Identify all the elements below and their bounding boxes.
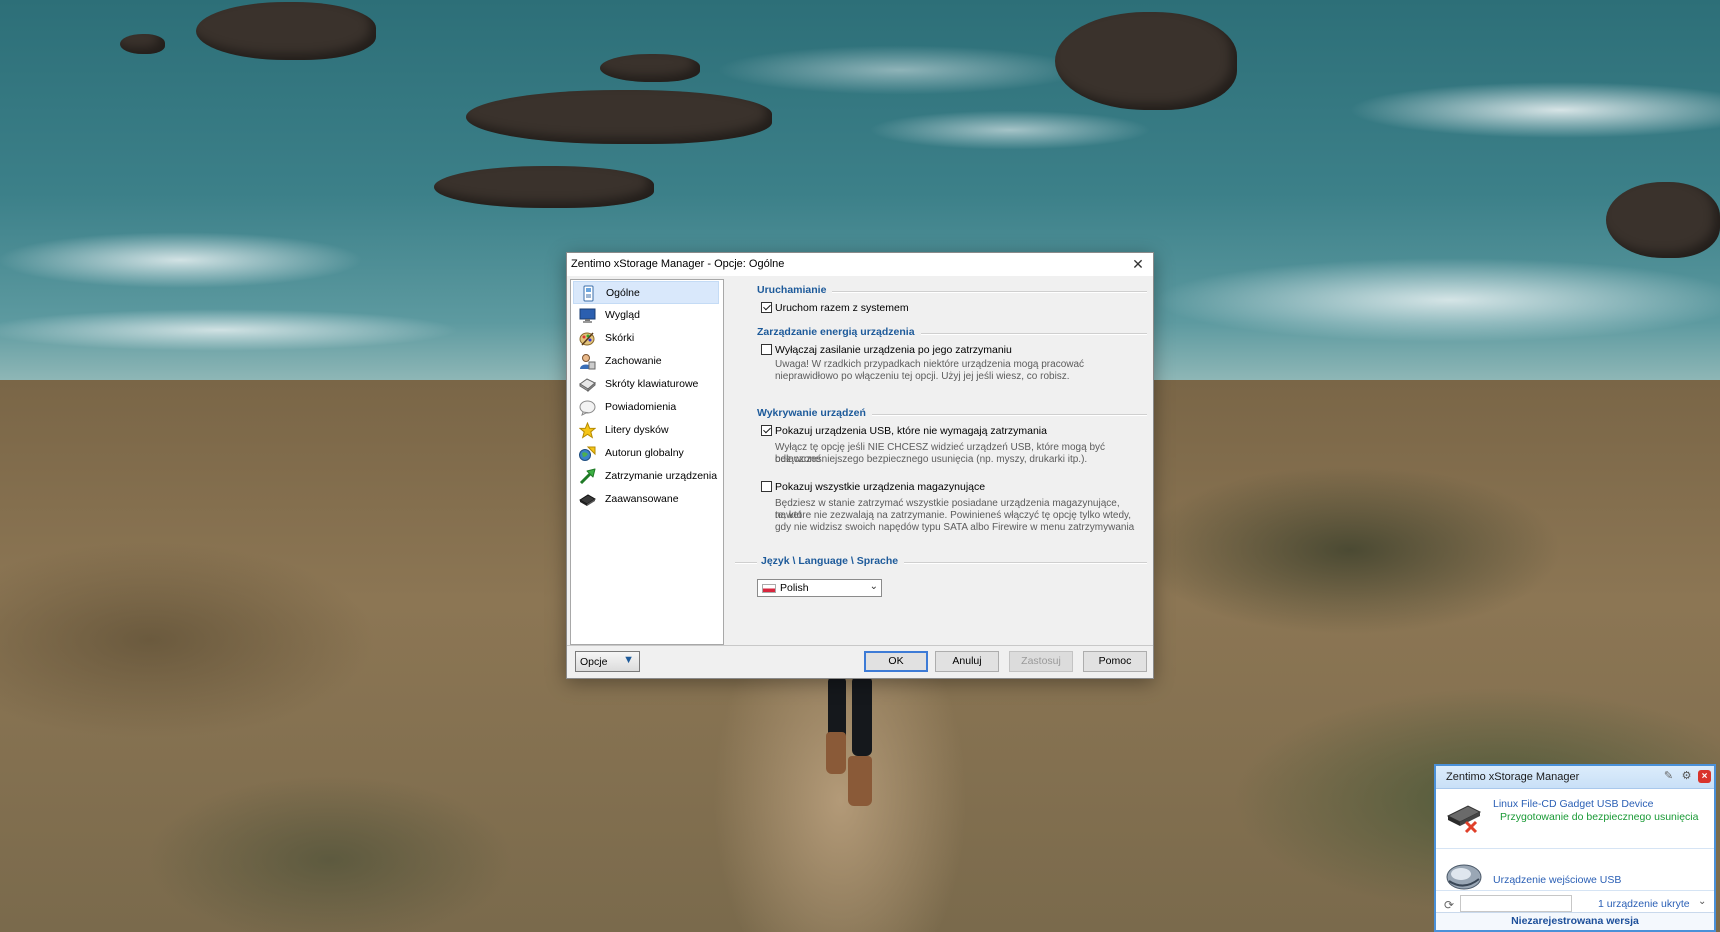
refresh-icon[interactable]: ⟳ [1444,899,1456,911]
wallpaper-person [848,756,872,806]
ok-button[interactable]: OK [864,651,928,672]
nav-item-shortcuts[interactable]: Skróty klawiaturowe [573,373,719,396]
nav-item-advanced[interactable]: Zaawansowane [573,488,719,511]
wallpaper-rock [1606,182,1720,258]
options-button-label: Opcje [580,656,608,668]
wallpaper-rock [434,166,654,208]
start-with-system-checkbox[interactable] [761,302,772,313]
nav-item-skins[interactable]: Skórki [573,327,719,350]
footer-divider [567,645,1153,646]
power-off-checkbox[interactable] [761,344,772,355]
wallpaper-rock [120,34,165,54]
cancel-button[interactable]: Anuluj [935,651,999,672]
advanced-chip-icon [579,494,596,506]
keyboard-shortcuts-icon [579,378,596,393]
options-nav-list: Ogólne Wygląd Skórki Zachowanie Skróty k… [570,279,724,645]
dialog-titlebar[interactable]: Zentimo xStorage Manager - Opcje: Ogólne… [567,253,1153,276]
chevron-down-icon: ⌄ [869,581,878,592]
nav-label: Zachowanie [605,355,662,367]
power-off-label[interactable]: Wyłączaj zasilanie urządzenia po jego za… [775,344,1012,356]
group-title-power: Zarządzanie energią urządzenia [757,326,921,338]
start-with-system-label[interactable]: Uruchom razem z systemem [775,302,909,314]
all-storage-note-line: te, które nie zezwalają na zatrzymanie. … [775,510,1132,521]
dropdown-arrow-icon: ▼ [623,654,634,666]
nav-item-global-autorun[interactable]: Autorun globalny [573,442,719,465]
wallpaper-rock [1055,12,1237,110]
group-title-detection: Wykrywanie urządzeń [757,407,872,419]
skins-brush-icon [579,332,595,346]
show-usb-checkbox[interactable] [761,425,772,436]
language-select[interactable]: Polish ⌄ [757,579,882,597]
nav-label: Autorun globalny [605,447,684,459]
device-name: Linux File-CD Gadget USB Device [1493,798,1654,810]
nav-label: Zatrzymanie urządzenia [605,470,718,482]
pin-icon[interactable]: ✎ [1662,770,1675,783]
panel-header: Zentimo xStorage Manager ✎ ⚙ × [1436,766,1714,789]
group-title-startup: Uruchamianie [757,284,833,296]
device-stop-arrow-icon [579,468,596,485]
usb-mouse-icon [1446,864,1482,890]
usb-drive-removing-icon [1446,805,1482,834]
wallpaper-rock [600,54,700,82]
xstorage-tray-panel: Zentimo xStorage Manager ✎ ⚙ × Linux Fil… [1434,764,1716,932]
hidden-devices-link[interactable]: 1 urządzenie ukryte [1598,898,1690,910]
nav-label: Litery dysków [605,424,669,436]
options-dropdown-button[interactable]: Opcje ▼ [575,651,640,672]
unregistered-version-link[interactable]: Niezarejestrowana wersja [1436,912,1714,930]
options-dialog: Zentimo xStorage Manager - Opcje: Ogólne… [566,252,1154,679]
close-icon[interactable]: ✕ [1123,253,1153,276]
help-button[interactable]: Pomoc [1083,651,1147,672]
gear-icon[interactable]: ⚙ [1680,770,1693,783]
close-icon[interactable]: × [1698,770,1711,783]
poland-flag-icon [762,584,776,593]
wallpaper-rock [466,90,772,144]
panel-title: Zentimo xStorage Manager [1446,771,1580,783]
nav-item-general[interactable]: Ogólne [573,281,719,304]
nav-item-device-stop[interactable]: Zatrzymanie urządzenia [573,465,719,488]
drive-letters-star-icon [579,422,596,439]
appearance-monitor-icon [579,308,596,323]
wallpaper-person [826,732,846,774]
expand-chevrons-icon[interactable]: ⌄ [1698,896,1706,907]
behavior-user-icon [580,354,596,370]
nav-item-behavior[interactable]: Zachowanie [573,350,719,373]
nav-label: Skróty klawiaturowe [605,378,699,390]
show-all-storage-label[interactable]: Pokazuj wszystkie urządzenia magazynując… [775,481,985,493]
panel-search-input[interactable] [1460,895,1572,912]
nav-item-drive-letters[interactable]: Litery dysków [573,419,719,442]
nav-label: Powiadomienia [605,401,677,413]
nav-label: Wygląd [605,309,640,321]
nav-label: Skórki [605,332,635,344]
nav-item-appearance[interactable]: Wygląd [573,304,719,327]
device-row[interactable]: Linux File-CD Gadget USB Device Przygoto… [1436,788,1714,848]
show-all-storage-checkbox[interactable] [761,481,772,492]
show-usb-label[interactable]: Pokazuj urządzenia USB, które nie wymaga… [775,425,1047,437]
global-autorun-icon [579,446,596,461]
group-title-language: Język \ Language \ Sprache [757,555,905,567]
device-status: Przygotowanie do bezpiecznego usunięcia [1500,811,1699,823]
power-note-line: nieprawidłowo po włączeniu tej opcji. Uż… [775,371,1070,382]
wallpaper-person [852,676,872,756]
apply-button[interactable]: Zastosuj [1009,651,1073,672]
all-storage-note-line: gdy nie widzisz swoich napędów typu SATA… [775,522,1135,533]
power-note-line: Uwaga! W rzadkich przypadkach niektóre u… [775,359,1085,370]
nav-label: Ogólne [606,287,640,299]
general-settings-icon [583,285,594,302]
device-name: Urządzenie wejściowe USB [1493,874,1622,886]
wallpaper-rock [196,2,376,60]
dialog-title: Zentimo xStorage Manager - Opcje: Ogólne [571,258,785,270]
notifications-icon [579,400,596,416]
usb-note-line: bez wcześniejszego bezpiecznego usunięci… [775,454,1088,465]
language-select-value: Polish [780,582,809,594]
nav-item-notifications[interactable]: Powiadomienia [573,396,719,419]
nav-label: Zaawansowane [605,493,679,505]
panel-divider [1436,890,1714,891]
